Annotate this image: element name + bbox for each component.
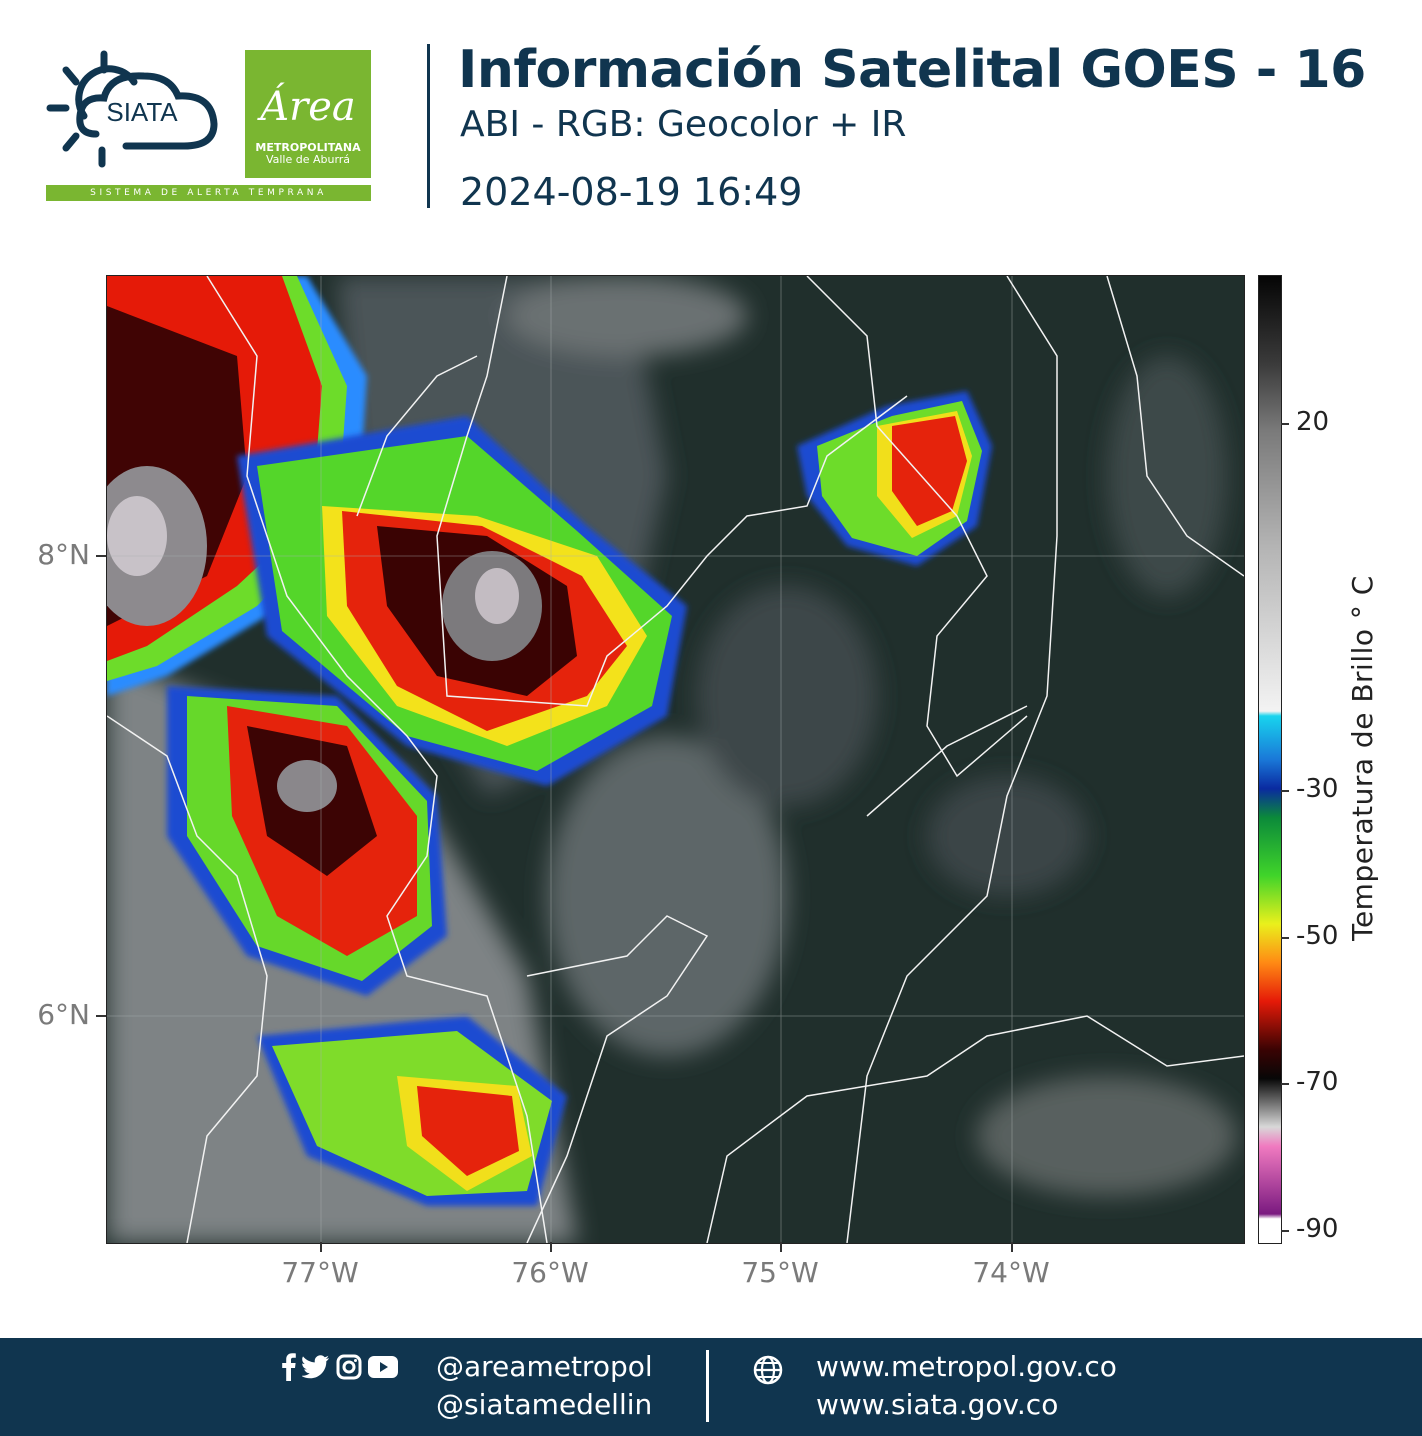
header: SIATA Área METROPOLITANA Valle de Aburrá… xyxy=(0,0,1422,240)
colorbar-tick xyxy=(1281,1083,1289,1085)
page-title: Información Satelital GOES - 16 xyxy=(458,40,1366,100)
footer: @areametropol @siatamedellin www.metropo… xyxy=(0,1338,1422,1436)
lat-tick xyxy=(96,555,106,557)
globe-icon xyxy=(752,1354,784,1390)
handle-areametropol[interactable]: @areametropol xyxy=(436,1350,653,1383)
colorbar xyxy=(1258,275,1282,1244)
footer-divider xyxy=(706,1350,709,1422)
colorbar-label-minus70: -70 xyxy=(1296,1067,1339,1097)
facebook-icon[interactable] xyxy=(282,1353,296,1381)
colorbar-tick xyxy=(1281,937,1289,939)
satellite-map xyxy=(106,275,1245,1244)
colorbar-tick xyxy=(1281,1230,1289,1232)
colorbar-tick xyxy=(1281,790,1289,792)
colorbar-label-minus50: -50 xyxy=(1296,921,1339,951)
handle-siatamedellin[interactable]: @siatamedellin xyxy=(436,1388,652,1421)
timestamp: 2024-08-19 16:49 xyxy=(460,170,803,214)
lon-tick xyxy=(550,1242,552,1252)
area-logo-word: Área xyxy=(260,84,356,130)
siata-tagline: SISTEMA DE ALERTA TEMPRANA xyxy=(46,185,371,201)
lat-label-6n: 6°N xyxy=(37,998,90,1031)
lon-label-75w: 75°W xyxy=(741,1256,819,1289)
colorbar-title: Temperatura de Brillo ° C xyxy=(1346,575,1379,941)
colorbar-label-minus90: -90 xyxy=(1296,1214,1339,1244)
lat-tick xyxy=(96,1015,106,1017)
link-metropol[interactable]: www.metropol.gov.co xyxy=(816,1350,1117,1383)
colorbar-tick xyxy=(1281,423,1289,425)
satellite-image xyxy=(107,276,1244,1243)
area-logo-line2: Valle de Aburrá xyxy=(265,153,351,166)
lon-tick xyxy=(320,1242,322,1252)
link-siata[interactable]: www.siata.gov.co xyxy=(816,1388,1058,1421)
lon-tick xyxy=(1011,1242,1013,1252)
header-divider xyxy=(427,44,430,208)
colorbar-gradient xyxy=(1259,276,1281,1243)
lon-label-77w: 77°W xyxy=(281,1256,359,1289)
siata-logo: SIATA xyxy=(46,50,218,168)
lon-label-74w: 74°W xyxy=(972,1256,1050,1289)
social-icons xyxy=(282,1352,398,1382)
siata-logo-text: SIATA xyxy=(106,97,178,127)
lon-label-76w: 76°W xyxy=(511,1256,589,1289)
instagram-icon[interactable] xyxy=(336,1354,362,1380)
page-subtitle: ABI - RGB: Geocolor + IR xyxy=(460,104,907,145)
youtube-icon[interactable] xyxy=(368,1356,398,1378)
lat-label-8n: 8°N xyxy=(37,538,90,571)
colorbar-label-20: 20 xyxy=(1296,407,1330,437)
lon-tick xyxy=(780,1242,782,1252)
area-metropolitana-logo: Área METROPOLITANA Valle de Aburrá xyxy=(245,50,371,178)
colorbar-label-minus30: -30 xyxy=(1296,774,1339,804)
twitter-icon[interactable] xyxy=(302,1355,330,1379)
